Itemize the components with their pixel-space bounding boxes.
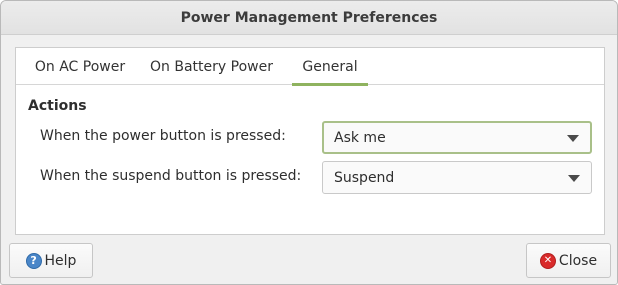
suspend-button-action-value: Suspend [334,169,395,186]
close-icon: ✕ [539,252,556,269]
power-button-action-combo[interactable]: Ask me [322,121,592,154]
title-bar[interactable]: Power Management Preferences [1,1,617,35]
close-button[interactable]: ✕ Close [526,243,611,278]
tab-general[interactable]: General [292,48,368,86]
dropdown-arrow-icon [568,174,580,182]
dropdown-arrow-icon [567,134,579,142]
tab-notebook: On AC Power On Battery Power General Act… [15,47,605,235]
power-preferences-window: Power Management Preferences On AC Power… [0,0,618,285]
power-button-action-value: Ask me [334,129,386,146]
window-title: Power Management Preferences [180,9,438,26]
close-button-label: Close [558,252,598,269]
help-icon: ? [25,252,42,269]
help-button[interactable]: ? Help [9,243,93,278]
actions-heading: Actions [28,98,87,114]
tab-on-battery-power[interactable]: On Battery Power [144,48,279,85]
suspend-button-action-combo[interactable]: Suspend [322,161,592,194]
tab-on-ac-power[interactable]: On AC Power [26,48,134,85]
tab-bar: On AC Power On Battery Power General [16,48,604,86]
help-button-label: Help [44,252,77,269]
suspend-button-label: When the suspend button is pressed: [40,168,302,184]
power-button-label: When the power button is pressed: [40,128,286,144]
